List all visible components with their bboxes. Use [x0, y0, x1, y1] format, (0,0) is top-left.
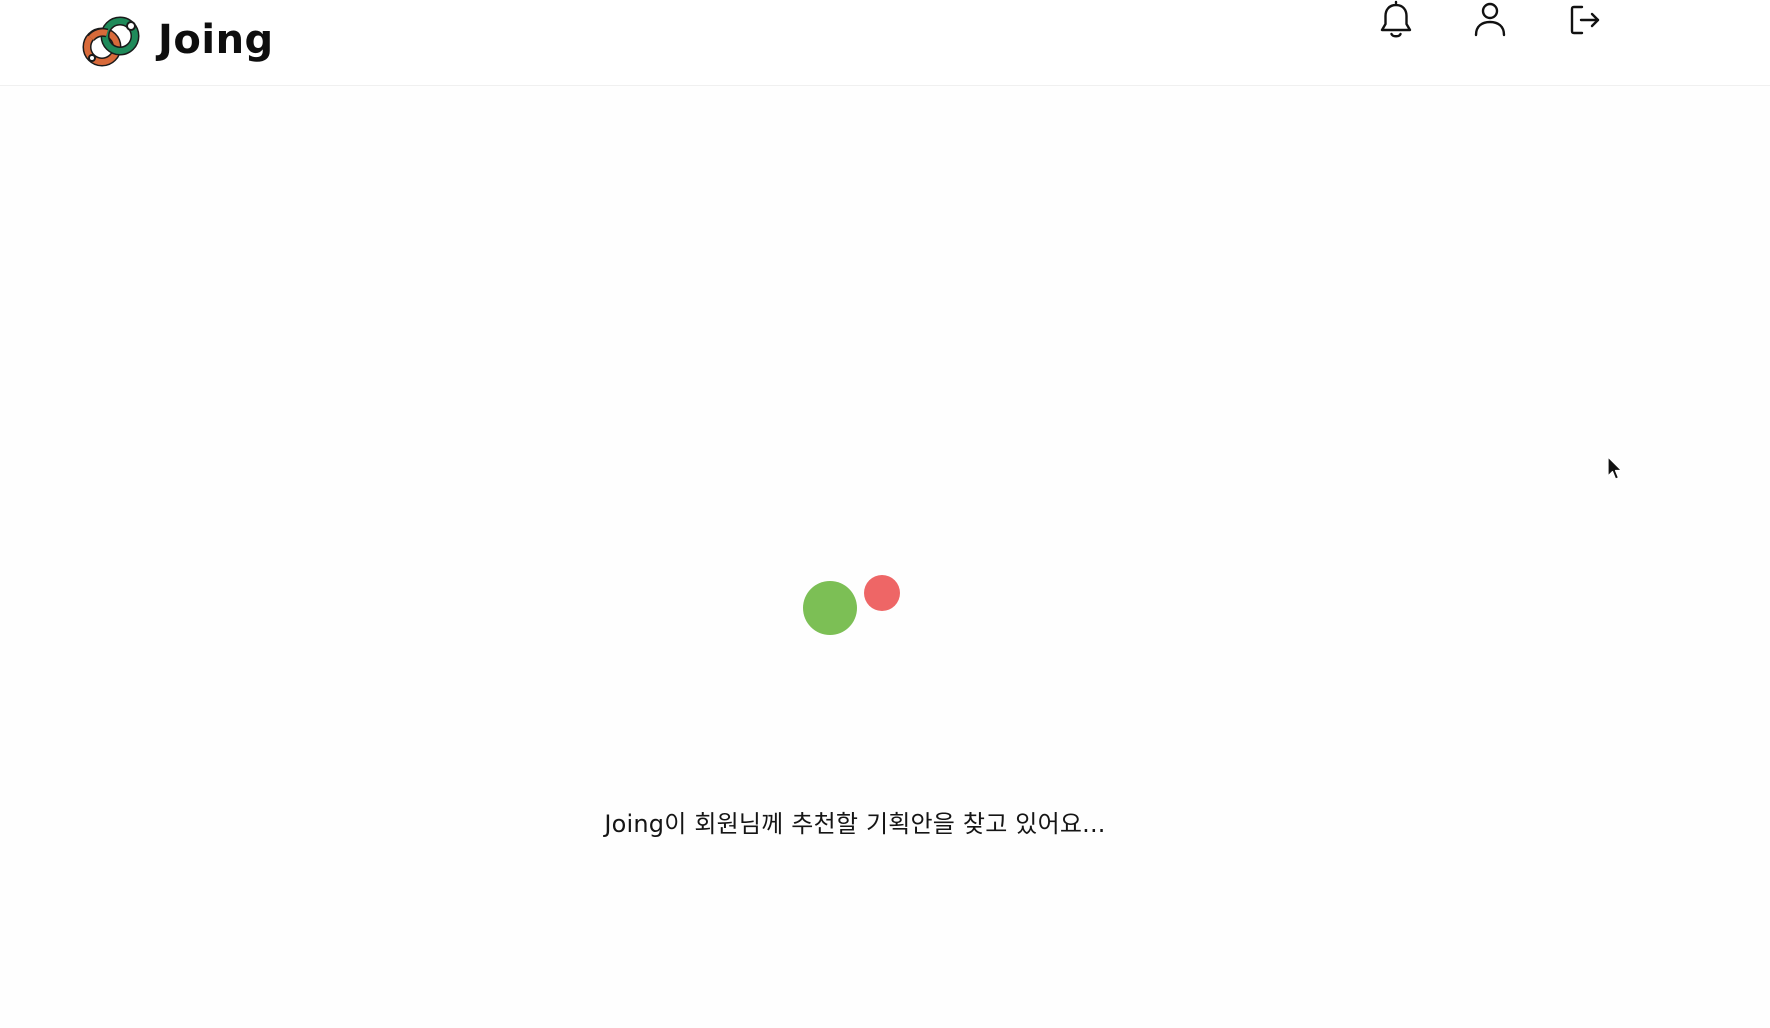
brand-name: Joing: [158, 17, 274, 63]
top-nav-bar: Joing: [0, 0, 1770, 86]
loader-dot-green: [803, 581, 857, 635]
logout-icon: [1570, 5, 1600, 35]
loading-spinner: [800, 575, 910, 635]
bell-icon: [1380, 0, 1412, 38]
logout-button[interactable]: [1565, 0, 1605, 40]
user-icon: [1474, 2, 1506, 37]
profile-button[interactable]: [1470, 0, 1510, 40]
mouse-cursor-icon: [1607, 456, 1623, 480]
joing-logo-icon: [82, 16, 140, 67]
main-content: [0, 86, 1770, 1028]
notifications-button[interactable]: [1376, 0, 1416, 40]
loader-dot-red: [864, 575, 900, 611]
brand-home-link[interactable]: Joing: [82, 14, 274, 70]
loading-message: Joing이 회원님께 추천할 기획안을 찾고 있어요...: [604, 810, 1106, 838]
